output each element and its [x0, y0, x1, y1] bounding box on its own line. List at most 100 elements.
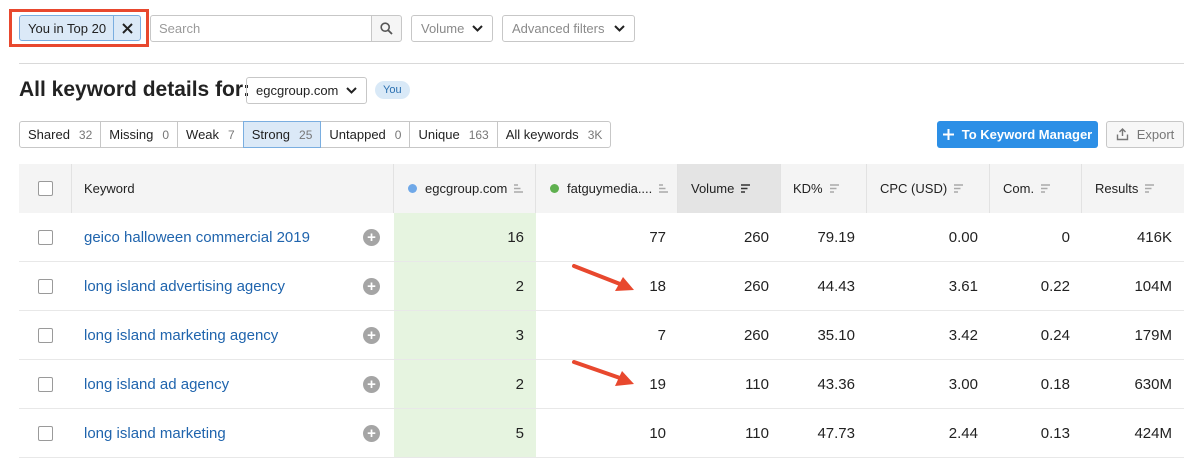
header-label: egcgroup.com	[425, 181, 508, 196]
tab-label: Shared	[28, 127, 70, 142]
header-egcgroup[interactable]: egcgroup.com	[394, 164, 536, 213]
egcgroup-dot-icon	[408, 184, 417, 193]
tab-count: 7	[228, 127, 235, 142]
search-button[interactable]	[371, 15, 402, 42]
header-label: KD%	[793, 181, 823, 196]
advanced-filters-label: Advanced filters	[512, 21, 605, 36]
search-input[interactable]	[150, 15, 372, 42]
export-icon	[1116, 128, 1128, 141]
domain-select[interactable]: egcgroup.com	[246, 77, 367, 104]
results-value: 179M	[1134, 326, 1172, 344]
tab-label: Missing	[109, 127, 154, 142]
keyword-tabs: Shared 32 Missing 0 Weak 7 Strong 25 Untappe…	[19, 121, 612, 148]
kd-value: 35.10	[817, 326, 855, 344]
fatguymedia-position: 19	[649, 375, 666, 393]
to-keyword-manager-button[interactable]: To Keyword Manager	[937, 121, 1098, 148]
header-label: Keyword	[84, 181, 135, 196]
plus-icon	[942, 129, 954, 140]
cpc-value: 2.44	[948, 424, 978, 442]
tab-count: 3K	[587, 127, 603, 142]
sort-icon	[1041, 184, 1051, 193]
volume-dropdown[interactable]: Volume	[411, 15, 493, 42]
fatguymedia-position: 10	[649, 424, 666, 442]
kd-value: 44.43	[817, 277, 855, 295]
tab-label: Unique	[418, 127, 460, 142]
tab-count: 25	[299, 127, 313, 142]
com-value: 0.13	[1040, 424, 1070, 442]
advanced-filters-dropdown[interactable]: Advanced filters	[502, 15, 635, 42]
tab-weak[interactable]: Weak 7	[177, 121, 244, 148]
chevron-down-icon	[346, 87, 357, 94]
com-value: 0.18	[1040, 375, 1070, 393]
export-label: Export	[1136, 127, 1175, 142]
kd-value: 47.73	[817, 424, 855, 442]
tab-untapped[interactable]: Untapped 0	[320, 121, 411, 148]
header-cpc[interactable]: CPC (USD)	[867, 164, 990, 213]
header-results[interactable]: Results	[1082, 164, 1184, 213]
keyword-link[interactable]: long island marketing	[84, 425, 226, 442]
volume-value: 260	[743, 277, 769, 295]
select-all-cell	[19, 164, 72, 213]
cpc-value: 3.00	[948, 375, 978, 393]
remove-filter-icon[interactable]	[114, 16, 140, 40]
page-title: All keyword details for:	[19, 78, 251, 101]
tab-label: Strong	[251, 127, 291, 142]
add-keyword-icon[interactable]: +	[363, 228, 380, 246]
header-keyword[interactable]: Keyword	[72, 164, 394, 213]
fatguymedia-position: 77	[649, 228, 666, 246]
tab-all-keywords[interactable]: All keywords 3K	[496, 121, 612, 148]
row-checkbox[interactable]	[38, 229, 53, 245]
row-checkbox[interactable]	[38, 327, 53, 343]
fatguymedia-dot-icon	[550, 184, 559, 193]
sort-icon	[954, 184, 964, 193]
table-row: long island marketing + 5 10 110 47.73 2.…	[19, 409, 1184, 458]
keyword-link[interactable]: geico halloween commercial 2019	[84, 229, 310, 246]
tab-label: Weak	[186, 127, 220, 142]
kd-value: 79.19	[817, 228, 855, 246]
egcgroup-position: 2	[394, 262, 536, 310]
table-row: long island marketing agency + 3 7 260 35…	[19, 311, 1184, 360]
active-filter-chip[interactable]: You in Top 20	[19, 15, 141, 41]
volume-value: 110	[745, 375, 769, 393]
cpc-value: 0.00	[948, 228, 978, 246]
com-value: 0.22	[1040, 277, 1070, 295]
header-kd[interactable]: KD%	[781, 164, 867, 213]
divider	[19, 63, 1184, 64]
tab-missing[interactable]: Missing 0	[100, 121, 179, 148]
header-volume[interactable]: Volume	[678, 164, 781, 213]
row-checkbox[interactable]	[38, 425, 53, 441]
sort-icon	[659, 184, 669, 193]
keyword-link[interactable]: long island ad agency	[84, 376, 229, 393]
header-fatguymedia[interactable]: fatguymedia....	[536, 164, 678, 213]
select-all-checkbox[interactable]	[37, 181, 53, 196]
table-row: geico halloween commercial 2019 + 16 77 2…	[19, 213, 1184, 262]
cpc-value: 3.61	[948, 277, 978, 295]
tab-count: 0	[162, 127, 170, 142]
keyword-link[interactable]: long island advertising agency	[84, 278, 285, 295]
tab-shared[interactable]: Shared 32	[19, 121, 102, 148]
sort-icon	[1145, 184, 1155, 193]
tab-label: All keywords	[505, 127, 579, 142]
chevron-down-icon	[472, 25, 483, 32]
tab-unique[interactable]: Unique 163	[409, 121, 498, 148]
row-checkbox[interactable]	[38, 376, 53, 392]
egcgroup-position: 3	[394, 311, 536, 359]
sort-icon	[829, 184, 839, 193]
keyword-link[interactable]: long island marketing agency	[84, 327, 278, 344]
add-keyword-icon[interactable]: +	[363, 375, 380, 393]
export-button[interactable]: Export	[1106, 121, 1184, 148]
header-com[interactable]: Com.	[990, 164, 1082, 213]
header-label: fatguymedia....	[567, 181, 653, 196]
keyword-manager-label: To Keyword Manager	[961, 127, 1093, 142]
add-keyword-icon[interactable]: +	[363, 424, 380, 442]
add-keyword-icon[interactable]: +	[363, 277, 380, 295]
tab-strong[interactable]: Strong 25	[242, 121, 322, 148]
volume-value: 110	[745, 424, 769, 442]
search-icon	[380, 22, 393, 35]
add-keyword-icon[interactable]: +	[363, 326, 380, 344]
tab-count: 163	[468, 127, 489, 142]
egcgroup-position: 16	[394, 213, 536, 261]
header-label: Com.	[1003, 181, 1035, 196]
row-checkbox[interactable]	[38, 278, 53, 294]
keyword-table: Keyword egcgroup.com fatguymedia.... Vol…	[19, 164, 1184, 458]
